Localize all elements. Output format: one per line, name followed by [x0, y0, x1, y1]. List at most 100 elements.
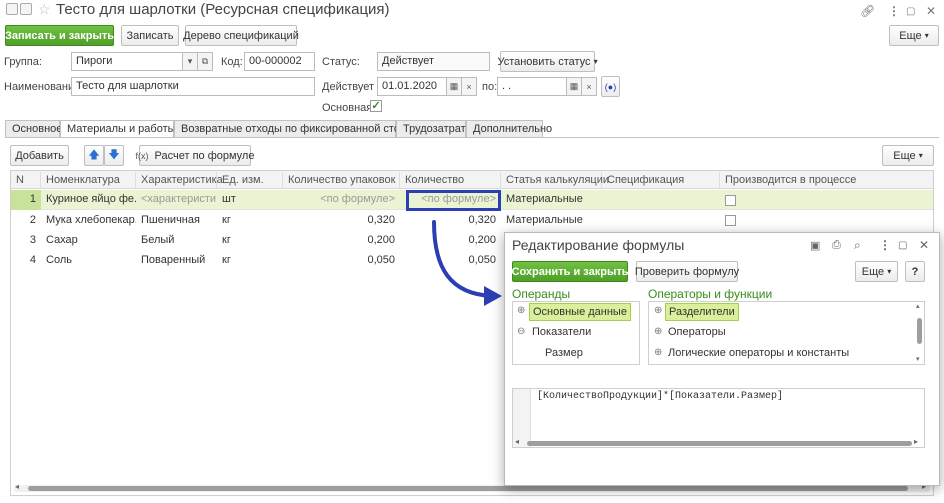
row-packs[interactable]: 0,200	[283, 231, 400, 251]
dialog-maximize-icon[interactable]: ▢	[898, 240, 907, 251]
period-button[interactable]: (●)	[601, 76, 620, 97]
operand-collapse-icon[interactable]: ⊖	[517, 326, 525, 337]
calendar-icon[interactable]: ▦	[446, 77, 462, 96]
scroll-up-icon[interactable]: ▴	[916, 302, 920, 310]
valid-from-field[interactable]: 01.01.2020	[377, 77, 447, 96]
tab-main[interactable]: Основное	[5, 120, 62, 137]
tab-returns[interactable]: Возвратные отходы по фиксированной стоим…	[174, 120, 436, 137]
row-unit[interactable]: кг	[217, 231, 283, 251]
operator-item-separators[interactable]: Разделители	[665, 303, 739, 321]
row-unit[interactable]: кг	[217, 251, 283, 271]
row-nomenclature[interactable]: Сахар	[41, 231, 136, 251]
row-packs[interactable]: 0,320	[283, 211, 400, 231]
set-status-button[interactable]: Установить статус ▾	[497, 51, 598, 72]
scroll-right-icon[interactable]: ▸	[914, 437, 918, 446]
main-checkbox[interactable]: ✓	[370, 100, 382, 112]
row-characteristic[interactable]: <характеристи...	[136, 190, 217, 210]
group-field[interactable]: Пироги	[71, 52, 183, 71]
help-button[interactable]: ?	[905, 261, 925, 282]
row-characteristic[interactable]: Поваренный	[136, 251, 217, 271]
operand-expand-icon[interactable]: ⊕	[517, 305, 525, 316]
scroll-down-icon[interactable]: ▾	[916, 355, 920, 363]
formula-hscroll-thumb[interactable]	[527, 441, 912, 446]
table-more-button[interactable]: Еще ▾	[882, 145, 934, 166]
row-nomenclature[interactable]: Куриное яйцо фе...	[41, 190, 136, 210]
clear-icon[interactable]: ×	[581, 77, 597, 96]
dialog-close-icon[interactable]: ✕	[919, 238, 929, 252]
calendar-icon[interactable]: ▦	[566, 77, 582, 96]
calc-formula-button[interactable]: f(x) Расчет по формуле	[136, 145, 254, 166]
col-nomenclature[interactable]: Номенклатура	[41, 172, 136, 189]
more-button[interactable]: Еще ▾	[889, 25, 939, 46]
status-field: Действует	[377, 52, 490, 71]
col-unit[interactable]: Ед. изм.	[217, 172, 283, 189]
tab-materials[interactable]: Материалы и работы (4)	[60, 120, 192, 138]
close-icon[interactable]: ✕	[926, 4, 936, 18]
dialog-save-close-button[interactable]: Сохранить и закрыть	[512, 261, 629, 282]
clear-icon[interactable]: ×	[461, 77, 477, 96]
row-unit[interactable]: шт	[217, 190, 283, 210]
col-in-process[interactable]: Производится в процессе	[720, 172, 933, 189]
col-packs[interactable]: Количество упаковок	[283, 172, 400, 189]
more-icon[interactable]: ⋮	[888, 4, 900, 18]
add-button[interactable]: Добавить	[10, 145, 69, 166]
back-icon[interactable]	[6, 3, 18, 15]
row-unit[interactable]: кг	[217, 211, 283, 231]
row-nomenclature[interactable]: Мука хлебопекар...	[41, 211, 136, 231]
col-characteristic[interactable]: Характеристика	[136, 172, 223, 189]
col-n[interactable]: N	[11, 172, 41, 189]
row-in-process-checkbox[interactable]	[725, 195, 736, 206]
operand-item-main-data[interactable]: Основные данные	[529, 303, 631, 321]
move-down-button[interactable]: 🡇	[104, 145, 124, 166]
operator-expand-icon[interactable]: ⊕	[654, 347, 662, 358]
operator-item-operators[interactable]: Операторы	[668, 326, 726, 338]
row-characteristic[interactable]: Белый	[136, 231, 217, 251]
row-characteristic[interactable]: Пшеничная	[136, 211, 217, 231]
col-article[interactable]: Статья калькуляции	[501, 172, 609, 189]
scroll-left-icon[interactable]: ◂	[15, 482, 19, 491]
operator-item-logic[interactable]: Логические операторы и константы	[668, 347, 849, 359]
operator-expand-icon[interactable]: ⊕	[654, 305, 662, 316]
row-in-process-checkbox[interactable]	[725, 215, 736, 226]
save-button[interactable]: Записать	[121, 25, 179, 46]
name-field[interactable]: Тесто для шарлотки	[71, 77, 315, 96]
group-open-button[interactable]: ⧉	[197, 52, 213, 71]
row-n: 3	[29, 234, 36, 246]
chevron-down-icon: ▾	[593, 57, 598, 66]
tab-labor[interactable]: Трудозатраты	[396, 120, 474, 137]
check-formula-button[interactable]: Проверить формулу	[635, 261, 739, 282]
row-packs[interactable]: <по формуле>	[283, 190, 400, 210]
row-article[interactable]: Материальные	[501, 190, 602, 210]
favorite-star-icon[interactable]: ☆	[38, 1, 51, 18]
link-icon[interactable]: 🔗︎	[860, 4, 875, 18]
scroll-left-icon[interactable]: ◂	[515, 437, 519, 446]
dialog-more-button[interactable]: Еще ▾	[855, 261, 898, 282]
chevron-down-icon: ▾	[924, 31, 929, 40]
spec-tree-button[interactable]: Дерево спецификаций	[183, 25, 299, 46]
print-icon[interactable]: ⎙	[832, 239, 841, 252]
dialog-more-label: Еще	[861, 265, 885, 278]
operand-item-indicators[interactable]: Показатели	[532, 326, 591, 338]
row-packs[interactable]: 0,050	[283, 251, 400, 271]
formula-text[interactable]: [КоличествоПродукции]*[Показатели.Размер…	[537, 391, 783, 402]
tab-additional[interactable]: Дополнительно	[466, 120, 552, 137]
table-hscroll-thumb[interactable]	[28, 486, 908, 491]
set-status-label: Установить статус	[497, 55, 591, 68]
move-up-button[interactable]: 🡅	[84, 145, 104, 166]
operator-expand-icon[interactable]: ⊕	[654, 326, 662, 337]
forward-icon[interactable]	[20, 3, 32, 15]
col-qty[interactable]: Количество	[400, 172, 501, 189]
tabs-divider	[5, 137, 939, 138]
operators-vscroll-thumb[interactable]	[917, 318, 922, 344]
col-spec[interactable]: Спецификация	[602, 172, 720, 189]
maximize-icon[interactable]: ▢	[906, 6, 915, 17]
save-icon[interactable]: ▣	[810, 239, 820, 252]
operand-item-size[interactable]: Размер	[545, 347, 583, 359]
group-dropdown-button[interactable]: ▾	[182, 52, 198, 71]
dialog-more-icon[interactable]: ⋮	[879, 238, 891, 252]
code-field[interactable]: 00-000002	[244, 52, 315, 71]
find-icon[interactable]: ⌕	[854, 238, 861, 253]
save-close-button[interactable]: Записать и закрыть	[5, 25, 114, 46]
row-nomenclature[interactable]: Соль	[41, 251, 136, 271]
valid-to-field[interactable]: . .	[497, 77, 567, 96]
